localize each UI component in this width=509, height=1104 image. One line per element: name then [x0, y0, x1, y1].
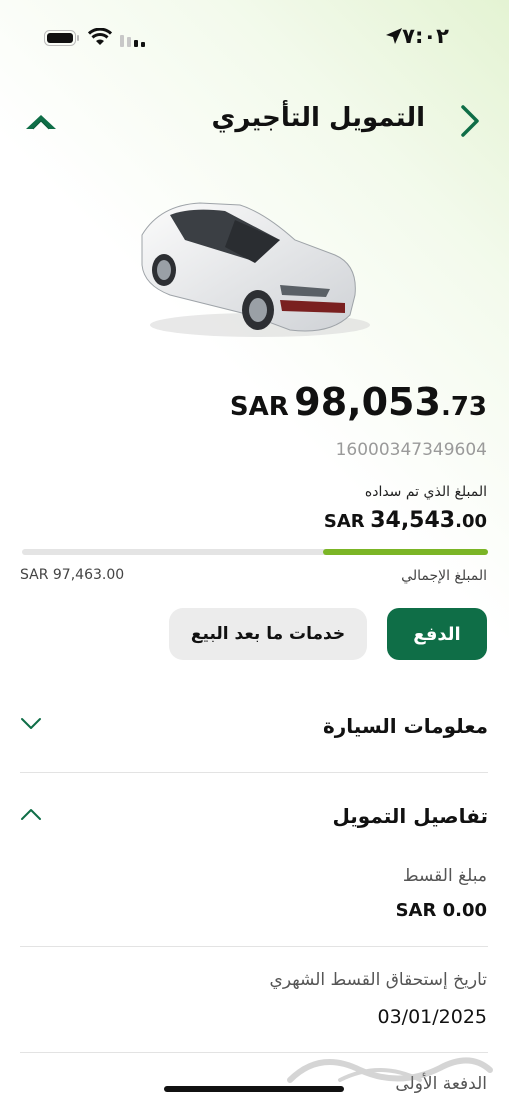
chevron-right-icon: [461, 105, 479, 137]
car-info-title: معلومات السيارة: [322, 714, 488, 738]
page-title: التمويل التأجيري: [211, 103, 425, 133]
cellular-signal-icon: [120, 31, 146, 51]
home-indicator[interactable]: [164, 1086, 344, 1092]
amount-decimal: .73: [440, 392, 487, 422]
car-image: [130, 185, 380, 345]
total-amount: SAR 97,463.00: [20, 567, 125, 583]
paid-label: المبلغ الذي تم سداده: [364, 484, 487, 500]
finance-details-title: تفاصيل التمويل: [332, 804, 488, 828]
payment-progress-fill: [323, 549, 488, 555]
total-label: المبلغ الإجمالي: [401, 568, 487, 584]
pay-button[interactable]: الدفع: [387, 608, 487, 660]
chevron-down-icon[interactable]: [20, 716, 42, 735]
location-arrow-icon: [385, 27, 403, 49]
car-info-section[interactable]: معلومات السيارة: [20, 702, 488, 762]
paid-decimal: .00: [455, 511, 487, 532]
due-date-label: تاريخ إستحقاق القسط الشهري: [269, 970, 487, 990]
finance-details-section[interactable]: تفاصيل التمويل: [20, 792, 488, 852]
brand-logo-icon: [24, 109, 58, 137]
status-time: ٧:٠٢: [402, 24, 449, 48]
contract-number: 16000347349604: [335, 440, 487, 460]
outstanding-amount: SAR 98,053.73: [230, 380, 487, 424]
chevron-up-icon[interactable]: [20, 806, 42, 825]
divider: [20, 946, 488, 947]
wifi-icon: [87, 27, 113, 50]
installment-label: مبلغ القسط: [402, 866, 487, 886]
installment-value: SAR 0.00: [395, 900, 487, 921]
paid-amount: SAR 34,543.00: [324, 508, 487, 533]
amount-currency: SAR: [229, 392, 289, 422]
back-button[interactable]: [453, 101, 487, 141]
due-date-value: 03/01/2025: [377, 1006, 487, 1028]
status-bar: ٧:٠٢: [0, 0, 509, 80]
payment-progress-bar: [22, 549, 488, 555]
paid-integer: 34,543: [370, 508, 456, 533]
battery-icon: [44, 30, 80, 50]
after-sales-button[interactable]: خدمات ما بعد البيع: [169, 608, 367, 660]
header: التمويل التأجيري: [0, 95, 509, 149]
amount-integer: 98,053: [294, 380, 441, 424]
paid-currency: SAR: [323, 511, 365, 532]
divider: [20, 772, 488, 773]
